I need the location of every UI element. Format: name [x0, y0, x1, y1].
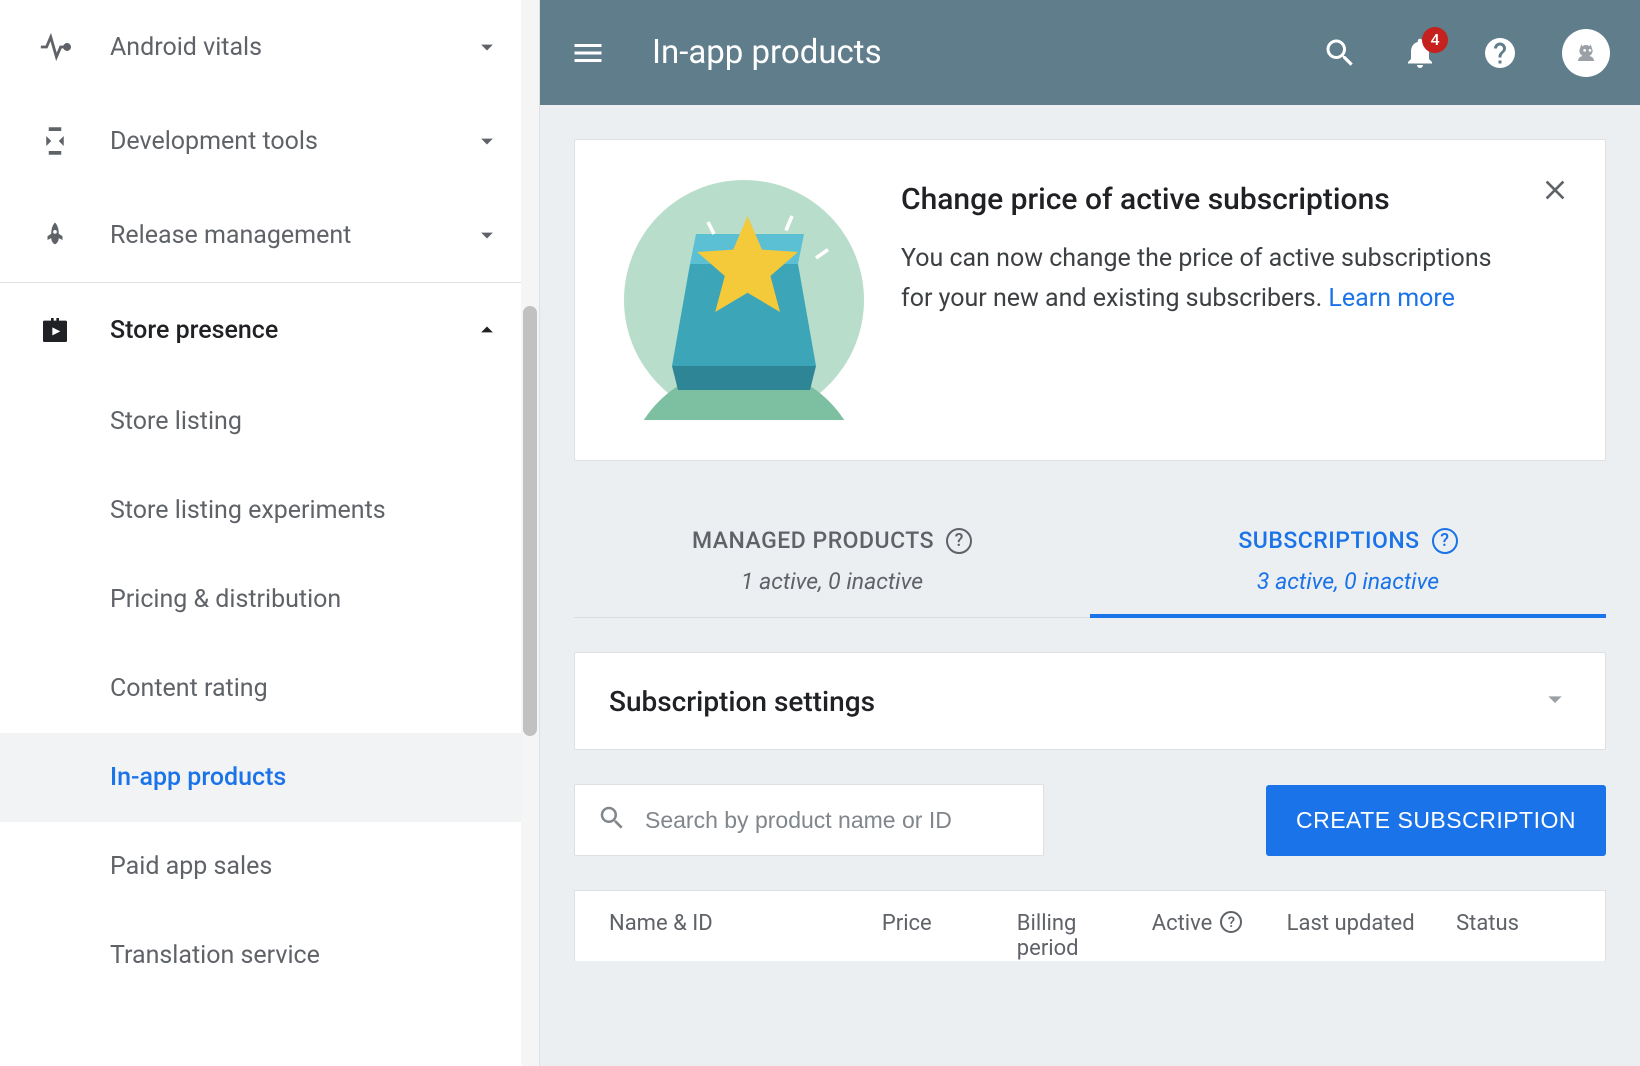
sidebar-item-label: Android vitals — [110, 33, 473, 62]
col-status[interactable]: Status — [1456, 911, 1571, 961]
chevron-down-icon — [473, 221, 501, 249]
banner-title: Change price of active subscriptions — [901, 180, 1521, 221]
hamburger-menu-icon[interactable] — [570, 35, 606, 71]
create-subscription-button[interactable]: CREATE SUBSCRIPTION — [1266, 785, 1606, 856]
search-icon — [597, 803, 627, 837]
sidebar-item-label: Store presence — [110, 316, 473, 345]
tabs: MANAGED PRODUCTS ? 1 active, 0 inactive … — [574, 511, 1606, 618]
chevron-down-icon — [473, 33, 501, 61]
help-icon[interactable]: ? — [1432, 528, 1458, 554]
sidebar-item-android-vitals[interactable]: Android vitals — [0, 0, 539, 94]
notification-badge: 4 — [1422, 27, 1448, 53]
shop-icon — [38, 313, 72, 347]
sidebar-sub-content-rating[interactable]: Content rating — [0, 644, 539, 733]
help-icon[interactable] — [1482, 35, 1518, 71]
sidebar-sub-store-listing-experiments[interactable]: Store listing experiments — [0, 466, 539, 555]
close-icon[interactable] — [1539, 174, 1571, 206]
search-icon[interactable] — [1322, 35, 1358, 71]
col-billing-period[interactable]: Billing period — [1017, 911, 1132, 961]
devtools-icon — [38, 124, 72, 158]
sidebar-sub-translation-service[interactable]: Translation service — [0, 911, 539, 1000]
rocket-icon — [38, 218, 72, 252]
vitals-icon — [38, 30, 72, 64]
notifications-icon[interactable]: 4 — [1402, 35, 1438, 71]
chevron-down-icon — [473, 127, 501, 155]
sidebar-sub-pricing-distribution[interactable]: Pricing & distribution — [0, 555, 539, 644]
chevron-up-icon — [473, 316, 501, 344]
search-box[interactable] — [574, 784, 1044, 856]
sidebar-sub-store-listing[interactable]: Store listing — [0, 377, 539, 466]
col-price[interactable]: Price — [882, 911, 997, 961]
sidebar-item-label: Development tools — [110, 127, 473, 156]
price-change-banner: Change price of active subscriptions You… — [574, 139, 1606, 461]
chevron-down-icon — [1539, 683, 1571, 719]
content: Change price of active subscriptions You… — [540, 105, 1640, 1066]
tab-subscriptions[interactable]: SUBSCRIPTIONS ? 3 active, 0 inactive — [1090, 511, 1606, 617]
banner-learn-more-link[interactable]: Learn more — [1328, 284, 1454, 313]
settings-title: Subscription settings — [609, 685, 875, 718]
help-icon[interactable]: ? — [1220, 911, 1242, 933]
tab-managed-products[interactable]: MANAGED PRODUCTS ? 1 active, 0 inactive — [574, 511, 1090, 617]
tab-label: SUBSCRIPTIONS — [1238, 527, 1419, 554]
sidebar-item-release-management[interactable]: Release management — [0, 188, 539, 283]
table-header: Name & ID Price Billing period Active ? … — [574, 890, 1606, 961]
banner-illustration — [609, 180, 879, 420]
main-area: In-app products 4 — [540, 0, 1640, 1066]
sidebar-item-label: Release management — [110, 221, 473, 250]
tab-subtext: 1 active, 0 inactive — [574, 568, 1090, 595]
scrollbar-thumb[interactable] — [523, 306, 537, 736]
col-active[interactable]: Active ? — [1152, 911, 1267, 961]
col-last-updated[interactable]: Last updated — [1287, 911, 1436, 961]
scrollbar-track — [521, 0, 539, 1066]
tab-subtext: 3 active, 0 inactive — [1090, 568, 1606, 595]
sidebar-item-store-presence[interactable]: Store presence — [0, 283, 539, 377]
avatar[interactable] — [1562, 29, 1610, 77]
sidebar: Android vitals Development tools Release… — [0, 0, 540, 1066]
col-name-id[interactable]: Name & ID — [609, 911, 862, 961]
sidebar-sub-in-app-products[interactable]: In-app products — [0, 733, 539, 822]
subscription-settings-card[interactable]: Subscription settings — [574, 652, 1606, 750]
topbar: In-app products 4 — [540, 0, 1640, 105]
help-icon[interactable]: ? — [946, 528, 972, 554]
page-title: In-app products — [652, 33, 1278, 72]
tab-label: MANAGED PRODUCTS — [692, 527, 934, 554]
banner-description: You can now change the price of active s… — [901, 239, 1521, 319]
search-input[interactable] — [645, 807, 1021, 834]
sidebar-item-development-tools[interactable]: Development tools — [0, 94, 539, 188]
sidebar-sub-paid-app-sales[interactable]: Paid app sales — [0, 822, 539, 911]
